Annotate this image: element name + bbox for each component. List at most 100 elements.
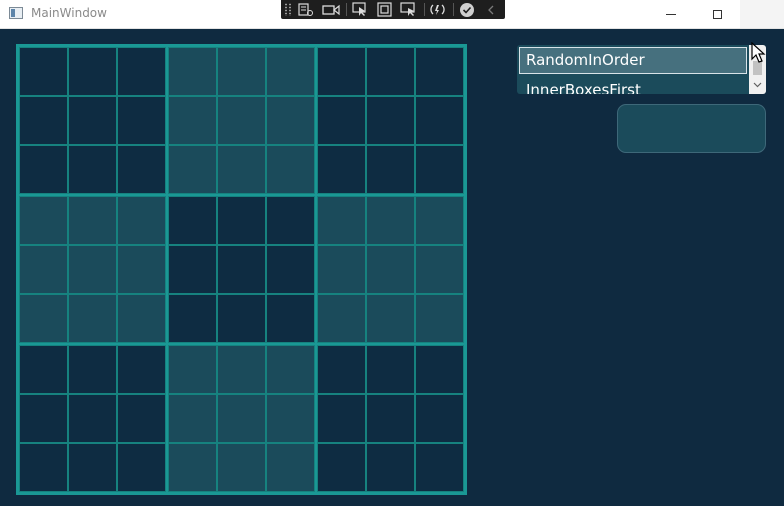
live-visual-tree-icon[interactable] <box>296 1 317 18</box>
sudoku-cell[interactable] <box>317 196 366 245</box>
sudoku-cell[interactable] <box>168 294 217 343</box>
sudoku-cell[interactable] <box>168 443 217 492</box>
sudoku-cell[interactable] <box>19 294 68 343</box>
sudoku-cell[interactable] <box>266 443 315 492</box>
sudoku-cell[interactable] <box>366 96 415 145</box>
sudoku-cell[interactable] <box>117 294 166 343</box>
toolbar-grip-icon[interactable] <box>284 3 292 16</box>
sudoku-cell[interactable] <box>68 47 117 96</box>
sudoku-cell[interactable] <box>19 443 68 492</box>
sudoku-cell[interactable] <box>168 394 217 443</box>
sudoku-cell[interactable] <box>117 47 166 96</box>
sudoku-cell[interactable] <box>68 245 117 294</box>
scroll-down-button[interactable] <box>749 78 766 92</box>
sudoku-cell[interactable] <box>366 443 415 492</box>
sudoku-cell[interactable] <box>415 245 464 294</box>
sudoku-cell[interactable] <box>19 96 68 145</box>
close-button[interactable] <box>740 0 784 28</box>
solve-button[interactable] <box>617 104 766 153</box>
sudoku-cell[interactable] <box>415 47 464 96</box>
hot-reload-icon[interactable] <box>427 1 448 18</box>
collapse-chevron-icon[interactable] <box>481 1 502 18</box>
sudoku-cell[interactable] <box>117 345 166 394</box>
sudoku-cell[interactable] <box>168 145 217 194</box>
sudoku-cell[interactable] <box>68 96 117 145</box>
sudoku-cell[interactable] <box>117 245 166 294</box>
sudoku-cell[interactable] <box>217 294 266 343</box>
sudoku-cell[interactable] <box>217 394 266 443</box>
sudoku-cell[interactable] <box>266 47 315 96</box>
sudoku-cell[interactable] <box>317 145 366 194</box>
sudoku-cell[interactable] <box>366 145 415 194</box>
sudoku-cell[interactable] <box>366 196 415 245</box>
sudoku-cell[interactable] <box>217 96 266 145</box>
sudoku-cell[interactable] <box>168 345 217 394</box>
sudoku-cell[interactable] <box>19 196 68 245</box>
sudoku-cell[interactable] <box>117 145 166 194</box>
sudoku-cell[interactable] <box>68 145 117 194</box>
sudoku-cell[interactable] <box>415 196 464 245</box>
sudoku-cell[interactable] <box>366 47 415 96</box>
sudoku-cell[interactable] <box>117 443 166 492</box>
order-strategy-list[interactable]: InnerBoxesFirst RandomInOrder <box>517 45 766 94</box>
sudoku-cell[interactable] <box>68 196 117 245</box>
sudoku-cell[interactable] <box>19 345 68 394</box>
sudoku-cell[interactable] <box>266 96 315 145</box>
sudoku-cell[interactable] <box>168 47 217 96</box>
display-adorners-icon[interactable] <box>374 1 395 18</box>
sudoku-cell[interactable] <box>266 345 315 394</box>
sudoku-cell[interactable] <box>217 196 266 245</box>
sudoku-cell[interactable] <box>266 245 315 294</box>
sudoku-cell[interactable] <box>415 394 464 443</box>
sudoku-cell[interactable] <box>217 245 266 294</box>
sudoku-cell[interactable] <box>117 394 166 443</box>
sudoku-cell[interactable] <box>217 345 266 394</box>
sudoku-cell[interactable] <box>317 245 366 294</box>
sudoku-cell[interactable] <box>117 196 166 245</box>
sudoku-cell[interactable] <box>366 394 415 443</box>
list-item[interactable]: InnerBoxesFirst <box>519 77 747 94</box>
sudoku-box <box>167 46 316 195</box>
sudoku-cell[interactable] <box>415 345 464 394</box>
sudoku-cell[interactable] <box>68 394 117 443</box>
sudoku-cell[interactable] <box>266 196 315 245</box>
sudoku-cell[interactable] <box>117 96 166 145</box>
record-icon[interactable] <box>320 1 341 18</box>
sudoku-cell[interactable] <box>266 145 315 194</box>
sudoku-cell[interactable] <box>366 345 415 394</box>
sudoku-cell[interactable] <box>266 294 315 343</box>
sudoku-cell[interactable] <box>68 443 117 492</box>
sudoku-cell[interactable] <box>317 394 366 443</box>
sudoku-cell[interactable] <box>217 145 266 194</box>
sudoku-cell[interactable] <box>168 196 217 245</box>
binding-check-icon[interactable] <box>456 1 477 18</box>
sudoku-cell[interactable] <box>68 345 117 394</box>
sudoku-cell[interactable] <box>415 294 464 343</box>
sudoku-cell[interactable] <box>217 47 266 96</box>
app-window-icon <box>9 7 23 19</box>
sudoku-cell[interactable] <box>317 294 366 343</box>
minimize-button[interactable] <box>648 0 694 28</box>
sudoku-cell[interactable] <box>266 394 315 443</box>
sudoku-cell[interactable] <box>19 394 68 443</box>
sudoku-cell[interactable] <box>19 245 68 294</box>
sudoku-cell[interactable] <box>19 47 68 96</box>
sudoku-cell[interactable] <box>317 96 366 145</box>
sudoku-cell[interactable] <box>317 47 366 96</box>
sudoku-cell[interactable] <box>217 443 266 492</box>
maximize-button[interactable] <box>694 0 740 28</box>
sudoku-cell[interactable] <box>19 145 68 194</box>
sudoku-cell[interactable] <box>366 245 415 294</box>
track-focus-icon[interactable] <box>398 1 419 18</box>
sudoku-cell[interactable] <box>415 96 464 145</box>
sudoku-cell[interactable] <box>317 345 366 394</box>
sudoku-cell[interactable] <box>317 443 366 492</box>
sudoku-cell[interactable] <box>168 96 217 145</box>
sudoku-cell[interactable] <box>366 294 415 343</box>
sudoku-cell[interactable] <box>168 245 217 294</box>
sudoku-cell[interactable] <box>415 145 464 194</box>
select-element-icon[interactable] <box>349 1 370 18</box>
list-item-selected[interactable]: RandomInOrder <box>519 47 747 74</box>
sudoku-cell[interactable] <box>68 294 117 343</box>
sudoku-cell[interactable] <box>415 443 464 492</box>
